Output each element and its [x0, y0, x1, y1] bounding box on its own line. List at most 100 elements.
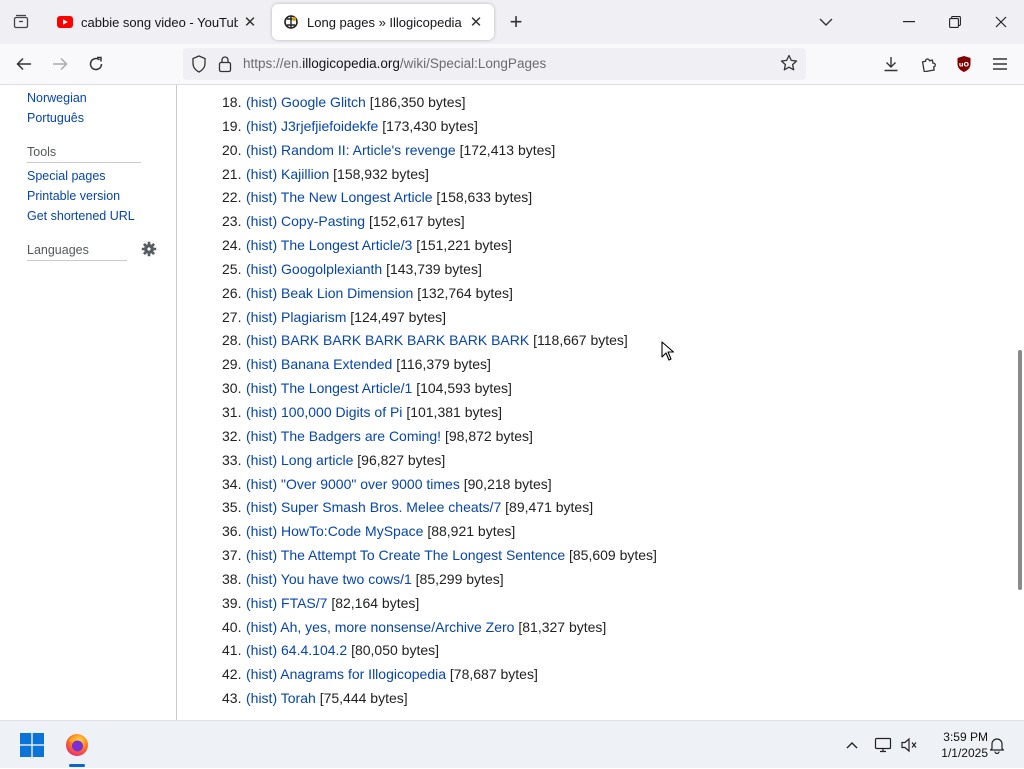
page-title-link[interactable]: J3rjefjiefoidekfe [281, 118, 378, 134]
history-link[interactable]: (hist) [246, 642, 277, 658]
page-title-link[interactable]: Anagrams for Illogicopedia [280, 666, 446, 682]
tracking-protection-icon[interactable] [191, 55, 207, 78]
close-tab-icon[interactable]: ✕ [464, 10, 488, 34]
url-bar[interactable]: https://en.illogicopedia.org/wiki/Specia… [183, 48, 806, 80]
page-title-link[interactable]: Googolplexianth [281, 261, 382, 277]
tab-strip: cabbie song video - YouTube ✕ Long pages… [0, 0, 1024, 44]
network-status[interactable] [872, 721, 894, 769]
history-link[interactable]: (hist) [246, 690, 277, 706]
notifications-button[interactable] [986, 721, 1008, 769]
entry-number: 27. [222, 308, 242, 325]
gear-icon[interactable] [141, 241, 157, 262]
show-hidden-icons-button[interactable] [840, 721, 864, 769]
reload-button[interactable] [80, 48, 112, 80]
page-title-link[interactable]: Google Glitch [281, 94, 366, 110]
page-title-link[interactable]: Plagiarism [281, 309, 346, 325]
history-link[interactable]: (hist) [246, 523, 277, 539]
page-title-link[interactable]: Banana Extended [281, 356, 392, 372]
history-link[interactable]: (hist) [246, 571, 277, 587]
history-link[interactable]: (hist) [246, 476, 277, 492]
tab-youtube[interactable]: cabbie song video - YouTube ✕ [46, 4, 268, 40]
forward-button[interactable] [44, 48, 76, 80]
extensions-button[interactable] [912, 48, 944, 80]
page-title-link[interactable]: BARK BARK BARK BARK BARK BARK [281, 332, 529, 348]
page-title-link[interactable]: FTAS/7 [281, 595, 327, 611]
history-link[interactable]: (hist) [246, 499, 277, 515]
volume-status[interactable] [898, 721, 920, 769]
language-link-portugues[interactable]: Português [27, 111, 84, 125]
url-text[interactable]: https://en.illogicopedia.org/wiki/Specia… [243, 56, 546, 71]
page-title-link[interactable]: 64.4.104.2 [281, 642, 347, 658]
new-tab-button[interactable]: + [502, 8, 530, 36]
page-size: [75,444 bytes] [319, 690, 408, 707]
history-link[interactable]: (hist) [246, 142, 277, 158]
app-menu-button[interactable] [984, 48, 1016, 80]
history-link[interactable]: (hist) [246, 547, 277, 563]
list-item: 31. (hist) 100,000 Digits of Pi [101,381 … [222, 401, 657, 425]
scrollbar-thumb[interactable] [1018, 350, 1022, 590]
history-link[interactable]: (hist) [246, 356, 277, 372]
start-button[interactable] [14, 721, 50, 769]
printable-version-link[interactable]: Printable version [27, 189, 120, 203]
page-title-link[interactable]: Beak Lion Dimension [281, 285, 413, 301]
page-title-link[interactable]: The New Longest Article [281, 189, 433, 205]
history-link[interactable]: (hist) [246, 261, 277, 277]
downloads-button[interactable] [875, 48, 907, 80]
list-item: 41. (hist) 64.4.104.2 [80,050 bytes] [222, 639, 657, 663]
page-title-link[interactable]: Copy-Pasting [281, 213, 365, 229]
close-window-button[interactable] [978, 0, 1024, 44]
page-title-link[interactable]: Super Smash Bros. Melee cheats/7 [281, 499, 501, 515]
page-content: Norwegian Português Tools Special pages … [0, 85, 1016, 720]
history-link[interactable]: (hist) [246, 118, 277, 134]
lock-icon[interactable] [218, 55, 232, 78]
special-pages-link[interactable]: Special pages [27, 169, 106, 183]
page-scrollbar[interactable] [1016, 85, 1024, 720]
close-tab-icon[interactable]: ✕ [238, 10, 262, 34]
page-size: [82,164 bytes] [331, 594, 420, 611]
bookmark-star-icon[interactable] [780, 54, 798, 77]
entry-number: 19. [222, 117, 242, 134]
page-title-link[interactable]: The Longest Article/1 [281, 380, 413, 396]
page-title-link[interactable]: The Attempt To Create The Longest Senten… [281, 547, 565, 563]
ublock-origin-button[interactable]: uO [948, 48, 980, 80]
page-title-link[interactable]: 100,000 Digits of Pi [281, 404, 402, 420]
tab-overflow-button[interactable] [803, 0, 849, 44]
page-title-link[interactable]: Ah, yes, more nonsense/Archive Zero [280, 619, 514, 635]
history-link[interactable]: (hist) [246, 380, 277, 396]
minimize-button[interactable] [886, 0, 932, 44]
entry-number: 40. [222, 618, 242, 635]
firefox-view-button[interactable] [0, 0, 42, 44]
page-title-link[interactable]: The Longest Article/3 [281, 237, 413, 253]
history-link[interactable]: (hist) [246, 332, 277, 348]
arrow-left-icon [16, 57, 31, 71]
page-title-link[interactable]: "Over 9000" over 9000 times [281, 476, 460, 492]
history-link[interactable]: (hist) [246, 309, 277, 325]
page-title-link[interactable]: Torah [281, 690, 316, 706]
shortened-url-link[interactable]: Get shortened URL [27, 209, 135, 223]
history-link[interactable]: (hist) [246, 452, 277, 468]
history-link[interactable]: (hist) [246, 666, 277, 682]
history-link[interactable]: (hist) [246, 404, 277, 420]
history-link[interactable]: (hist) [246, 213, 277, 229]
history-link[interactable]: (hist) [246, 94, 277, 110]
history-link[interactable]: (hist) [246, 619, 277, 635]
history-link[interactable]: (hist) [246, 428, 277, 444]
page-title-link[interactable]: The Badgers are Coming! [281, 428, 441, 444]
page-title-link[interactable]: Random II: Article's revenge [281, 142, 456, 158]
history-link[interactable]: (hist) [246, 189, 277, 205]
page-title-link[interactable]: Kajillion [281, 166, 329, 182]
taskbar-firefox[interactable] [58, 721, 96, 769]
entry-number: 32. [222, 427, 242, 444]
history-link[interactable]: (hist) [246, 166, 277, 182]
restore-button[interactable] [932, 0, 978, 44]
page-title-link[interactable]: Long article [281, 452, 353, 468]
history-link[interactable]: (hist) [246, 285, 277, 301]
taskbar-clock[interactable]: 3:59 PM 1/1/2025 [918, 729, 988, 761]
history-link[interactable]: (hist) [246, 237, 277, 253]
page-title-link[interactable]: You have two cows/1 [281, 571, 412, 587]
tab-illogicopedia[interactable]: Long pages » Illogicopedia - Th ✕ [272, 4, 494, 40]
language-link-norwegian[interactable]: Norwegian [27, 91, 87, 105]
back-button[interactable] [8, 48, 40, 80]
history-link[interactable]: (hist) [246, 595, 277, 611]
page-title-link[interactable]: HowTo:Code MySpace [281, 523, 423, 539]
